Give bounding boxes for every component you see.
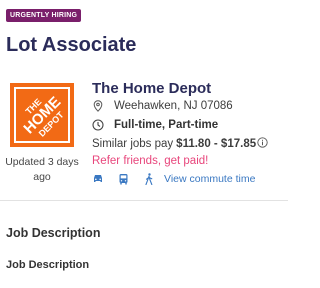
bus-icon[interactable]	[118, 173, 130, 185]
location-text: Weehawken, NJ 07086	[114, 100, 233, 112]
section-divider	[0, 200, 288, 201]
pay-range: $11.80 - $17.85	[176, 138, 257, 150]
info-icon[interactable]	[257, 137, 268, 151]
pay-prefix: Similar jobs pay	[92, 138, 174, 150]
car-icon[interactable]	[92, 173, 104, 185]
job-type-text: Full-time, Part-time	[114, 119, 219, 131]
location-row: Weehawken, NJ 07086	[92, 100, 233, 112]
pay-row: Similar jobs pay $11.80 - $17.85	[92, 137, 268, 151]
company-logo: THE HOME DEPOT	[10, 83, 74, 147]
updated-label: Updated 3 days ago	[5, 156, 79, 183]
walk-icon[interactable]	[144, 173, 156, 185]
job-description-subheading: Job Description	[6, 259, 90, 271]
view-commute-time-link[interactable]: View commute time	[164, 173, 255, 185]
clock-icon	[92, 119, 104, 131]
job-description-heading: Job Description	[6, 226, 101, 240]
commute-row: View commute time	[92, 173, 255, 185]
urgently-hiring-badge: URGENTLY HIRING	[6, 9, 82, 22]
job-type-row: Full-time, Part-time	[92, 119, 218, 131]
location-pin-icon	[92, 100, 104, 112]
home-depot-logo-icon: THE HOME DEPOT	[14, 87, 70, 143]
company-name[interactable]: The Home Depot	[92, 80, 211, 97]
job-title: Lot Associate	[6, 34, 137, 56]
refer-friends-link[interactable]: Refer friends, get paid!	[92, 155, 208, 167]
